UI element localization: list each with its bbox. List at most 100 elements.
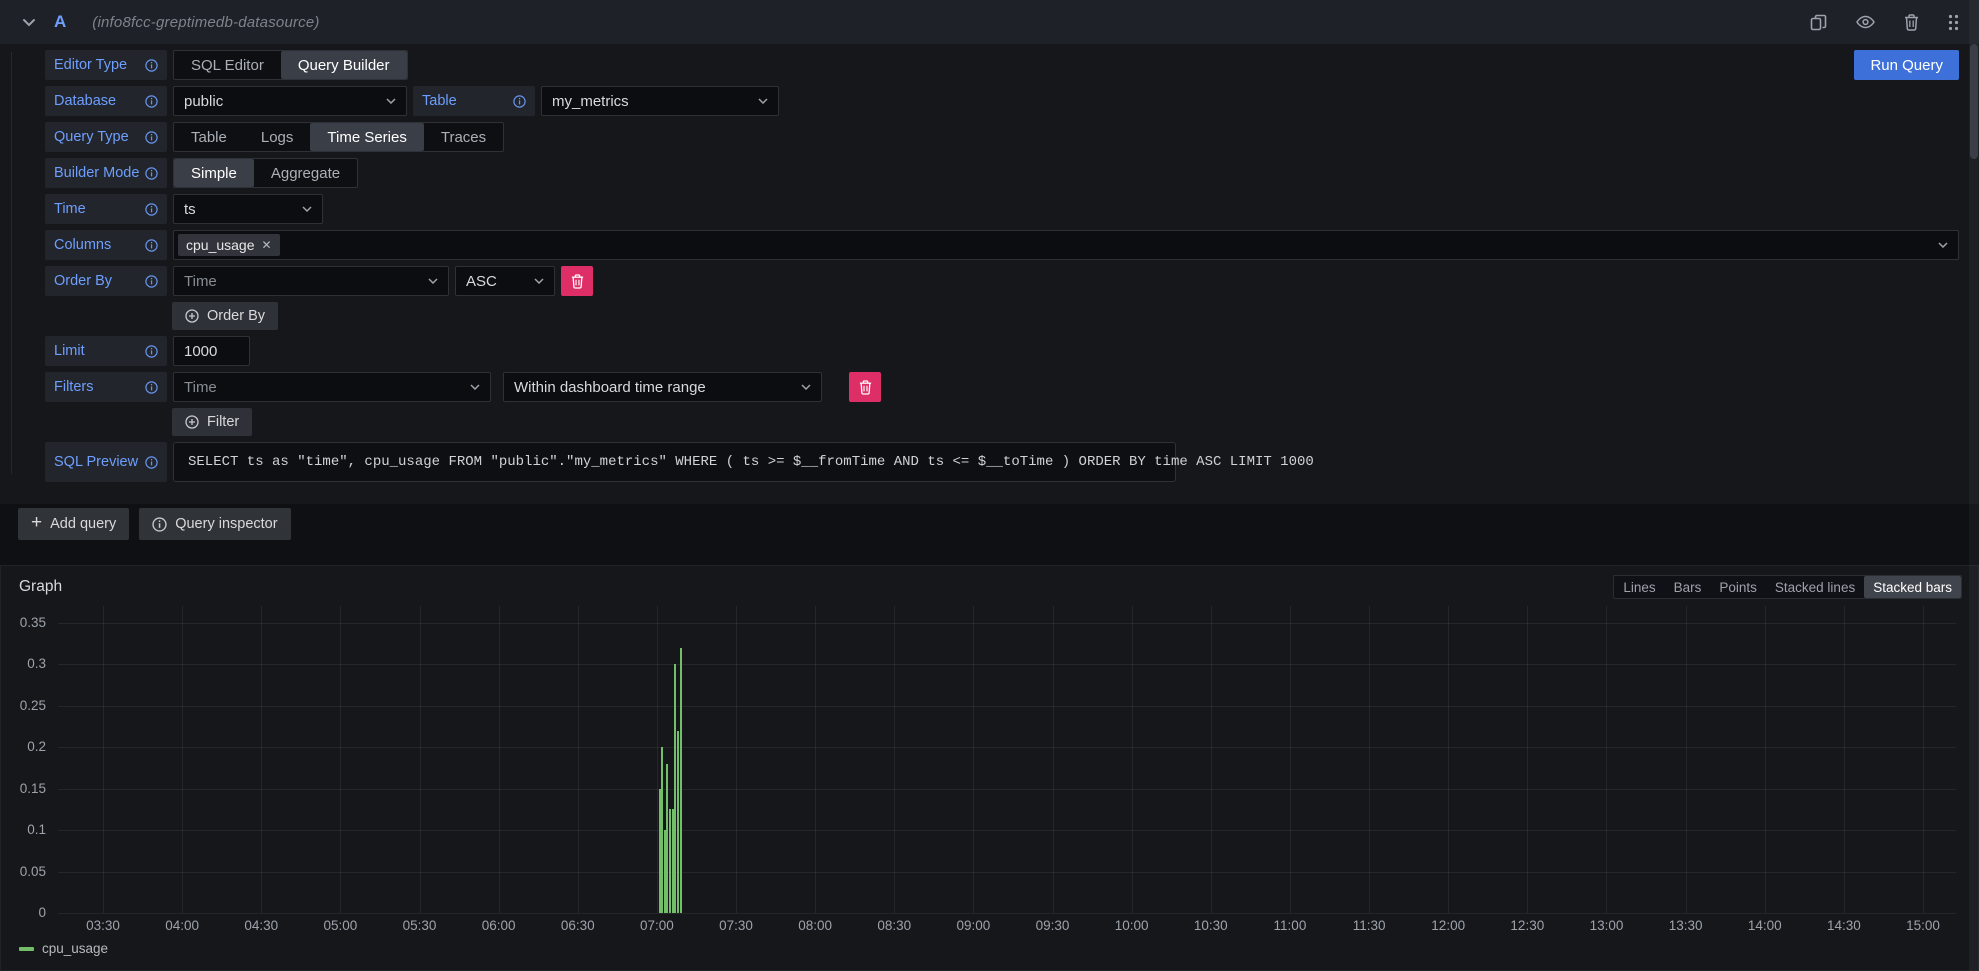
- table-value: my_metrics: [552, 93, 750, 110]
- trash-icon[interactable]: [1904, 14, 1919, 31]
- x-gridline: [499, 606, 500, 913]
- add-filter-button[interactable]: Filter: [172, 408, 252, 436]
- query-type-tab-traces[interactable]: Traces: [424, 123, 503, 151]
- drag-handle-icon[interactable]: [1948, 14, 1959, 31]
- info-icon[interactable]: [145, 239, 158, 252]
- y-gridline: [58, 706, 1956, 707]
- time-label: Time: [45, 194, 167, 224]
- columns-multiselect[interactable]: cpu_usage ✕: [173, 230, 1959, 260]
- orderby-direction-value: ASC: [466, 273, 526, 290]
- grafana-query-editor-screen: A (info8fcc-greptimedb-datasource) Edito…: [0, 0, 1979, 971]
- editor-type-row: Editor Type SQL EditorQuery Builder Run …: [45, 50, 1959, 80]
- remove-filter-button[interactable]: [849, 372, 881, 402]
- x-axis-label: 11:30: [1337, 918, 1401, 933]
- x-gridline: [815, 606, 816, 913]
- info-icon[interactable]: [145, 381, 158, 394]
- limit-label-text: Limit: [54, 343, 85, 359]
- limit-label: Limit: [45, 336, 167, 366]
- y-axis-label: 0.25: [6, 698, 46, 713]
- column-tag: cpu_usage ✕: [178, 234, 280, 256]
- duplicate-icon[interactable]: [1810, 14, 1827, 31]
- info-icon[interactable]: [145, 59, 158, 72]
- x-axis-label: 15:00: [1891, 918, 1955, 933]
- limit-value: 1000: [184, 343, 217, 360]
- y-axis-label: 0: [6, 905, 46, 920]
- builder-mode-label-text: Builder Mode: [54, 165, 139, 181]
- sql-preview-row: SQL Preview SELECT ts as "time", cpu_usa…: [45, 442, 1959, 482]
- eye-icon[interactable]: [1856, 15, 1875, 29]
- remove-tag-icon[interactable]: ✕: [262, 239, 272, 251]
- table-select[interactable]: my_metrics: [541, 86, 779, 116]
- chevron-down-icon: [428, 278, 438, 284]
- filters-field-select[interactable]: Time: [173, 372, 491, 402]
- query-type-row: Query Type TableLogsTime SeriesTraces: [45, 122, 1959, 152]
- info-icon[interactable]: [145, 131, 158, 144]
- x-axis-label: 07:00: [625, 918, 689, 933]
- columns-row: Columns cpu_usage ✕: [45, 230, 1959, 260]
- filters-label-text: Filters: [54, 379, 93, 395]
- editor-type-tab-query-builder[interactable]: Query Builder: [281, 51, 407, 79]
- scrollbar-track[interactable]: [1969, 0, 1979, 971]
- info-icon[interactable]: [145, 95, 158, 108]
- editor-type-tab-sql-editor[interactable]: SQL Editor: [174, 51, 281, 79]
- collapse-chevron-icon[interactable]: [22, 18, 36, 27]
- info-icon[interactable]: [145, 167, 158, 180]
- y-axis-label: 0.1: [6, 822, 46, 837]
- orderby-field-select[interactable]: Time: [173, 266, 449, 296]
- info-icon[interactable]: [145, 456, 158, 469]
- editor-type-label-text: Editor Type: [54, 57, 127, 73]
- query-inspector-label: Query inspector: [175, 516, 277, 532]
- x-gridline: [1448, 606, 1449, 913]
- database-select[interactable]: public: [173, 86, 407, 116]
- query-type-tab-table[interactable]: Table: [174, 123, 244, 151]
- query-inspector-button[interactable]: Query inspector: [139, 508, 290, 540]
- builder-mode-tab-simple[interactable]: Simple: [174, 159, 254, 187]
- x-gridline: [103, 606, 104, 913]
- info-icon[interactable]: [145, 345, 158, 358]
- y-axis-label: 0.2: [6, 739, 46, 754]
- x-gridline: [1290, 606, 1291, 913]
- x-axis-label: 07:30: [704, 918, 768, 933]
- query-type-tab-time-series[interactable]: Time Series: [310, 123, 423, 151]
- order-by-row: Order By Time ASC: [45, 266, 1959, 296]
- sql-preview-label-text: SQL Preview: [54, 454, 138, 470]
- y-gridline: [58, 789, 1956, 790]
- add-orderby-button[interactable]: Order By: [172, 302, 278, 330]
- run-query-button[interactable]: Run Query: [1854, 50, 1959, 80]
- y-axis-label: 0.35: [6, 615, 46, 630]
- time-series-chart: 00.050.10.150.20.250.30.3503:3004:0004:3…: [1, 566, 1978, 970]
- limit-row: Limit 1000: [45, 336, 1959, 366]
- x-gridline: [182, 606, 183, 913]
- database-row: Database public Table my_metrics: [45, 86, 1959, 116]
- time-label-text: Time: [54, 201, 86, 217]
- query-ref-letter[interactable]: A: [54, 12, 66, 32]
- builder-mode-group: SimpleAggregate: [173, 158, 358, 188]
- filters-condition-select[interactable]: Within dashboard time range: [503, 372, 822, 402]
- database-label-text: Database: [54, 93, 116, 109]
- info-icon[interactable]: [513, 95, 526, 108]
- add-query-button[interactable]: + Add query: [18, 508, 129, 540]
- x-gridline: [1132, 606, 1133, 913]
- x-gridline: [894, 606, 895, 913]
- database-value: public: [184, 93, 378, 110]
- builder-mode-tab-aggregate[interactable]: Aggregate: [254, 159, 357, 187]
- time-value: ts: [184, 201, 294, 218]
- info-icon[interactable]: [145, 275, 158, 288]
- remove-orderby-button[interactable]: [561, 266, 593, 296]
- orderby-field-value: Time: [184, 273, 420, 290]
- filters-label: Filters: [45, 372, 167, 402]
- limit-input[interactable]: 1000: [173, 336, 250, 366]
- query-header: A (info8fcc-greptimedb-datasource): [0, 0, 1979, 44]
- legend-item-cpu-usage[interactable]: cpu_usage: [19, 941, 108, 956]
- table-label: Table: [413, 86, 535, 116]
- orderby-direction-select[interactable]: ASC: [455, 266, 555, 296]
- x-axis-label: 03:30: [71, 918, 135, 933]
- x-axis-label: 14:30: [1812, 918, 1876, 933]
- query-type-tab-logs[interactable]: Logs: [244, 123, 311, 151]
- info-icon[interactable]: [145, 203, 158, 216]
- time-select[interactable]: ts: [173, 194, 323, 224]
- x-axis-label: 08:00: [783, 918, 847, 933]
- x-gridline: [1527, 606, 1528, 913]
- builder-mode-label: Builder Mode: [45, 158, 167, 188]
- scrollbar-thumb[interactable]: [1970, 44, 1978, 159]
